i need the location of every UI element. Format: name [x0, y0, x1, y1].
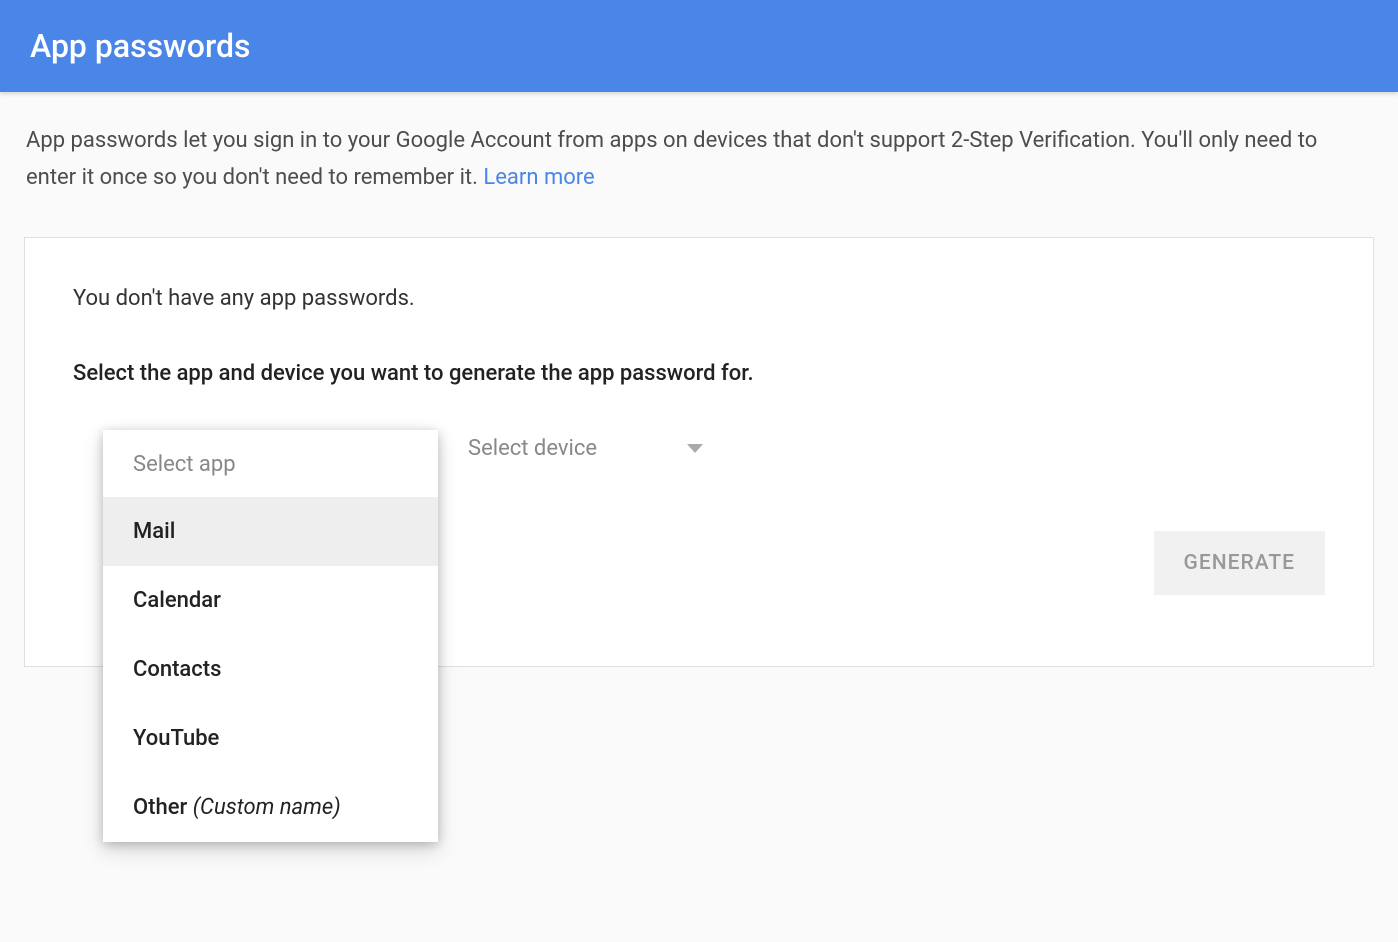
no-passwords-text: You don't have any app passwords. [73, 286, 1325, 311]
select-app-menu: Select app Mail Calendar Contacts YouTub… [103, 430, 438, 842]
select-device-label: Select device [468, 436, 597, 461]
dropdown-item-label: Other [133, 795, 193, 820]
description-body: App passwords let you sign in to your Go… [26, 128, 1317, 190]
page-header: App passwords [0, 0, 1398, 92]
select-device-dropdown[interactable]: Select device [468, 436, 703, 461]
dropdown-item-label: Contacts [133, 657, 221, 682]
select-app-header: Select app [103, 430, 438, 497]
dropdown-item-hint: (Custom name) [193, 795, 341, 820]
dropdown-item-label: Calendar [133, 588, 221, 613]
app-passwords-card: You don't have any app passwords. Select… [24, 237, 1374, 667]
selectors-row: Select app Mail Calendar Contacts YouTub… [73, 436, 1325, 461]
chevron-down-icon [687, 444, 703, 453]
dropdown-item-other[interactable]: Other (Custom name) [103, 773, 438, 842]
learn-more-link[interactable]: Learn more [483, 165, 594, 190]
generate-button[interactable]: GENERATE [1154, 531, 1325, 595]
dropdown-item-youtube[interactable]: YouTube [103, 704, 438, 773]
dropdown-item-calendar[interactable]: Calendar [103, 566, 438, 635]
dropdown-item-contacts[interactable]: Contacts [103, 635, 438, 704]
description-text: App passwords let you sign in to your Go… [24, 122, 1374, 197]
dropdown-item-mail[interactable]: Mail [103, 497, 438, 566]
select-instruction: Select the app and device you want to ge… [73, 361, 1325, 386]
page-title: App passwords [30, 27, 250, 65]
dropdown-item-label: Mail [133, 519, 175, 544]
content-area: App passwords let you sign in to your Go… [0, 92, 1398, 697]
dropdown-item-label: YouTube [133, 726, 219, 751]
